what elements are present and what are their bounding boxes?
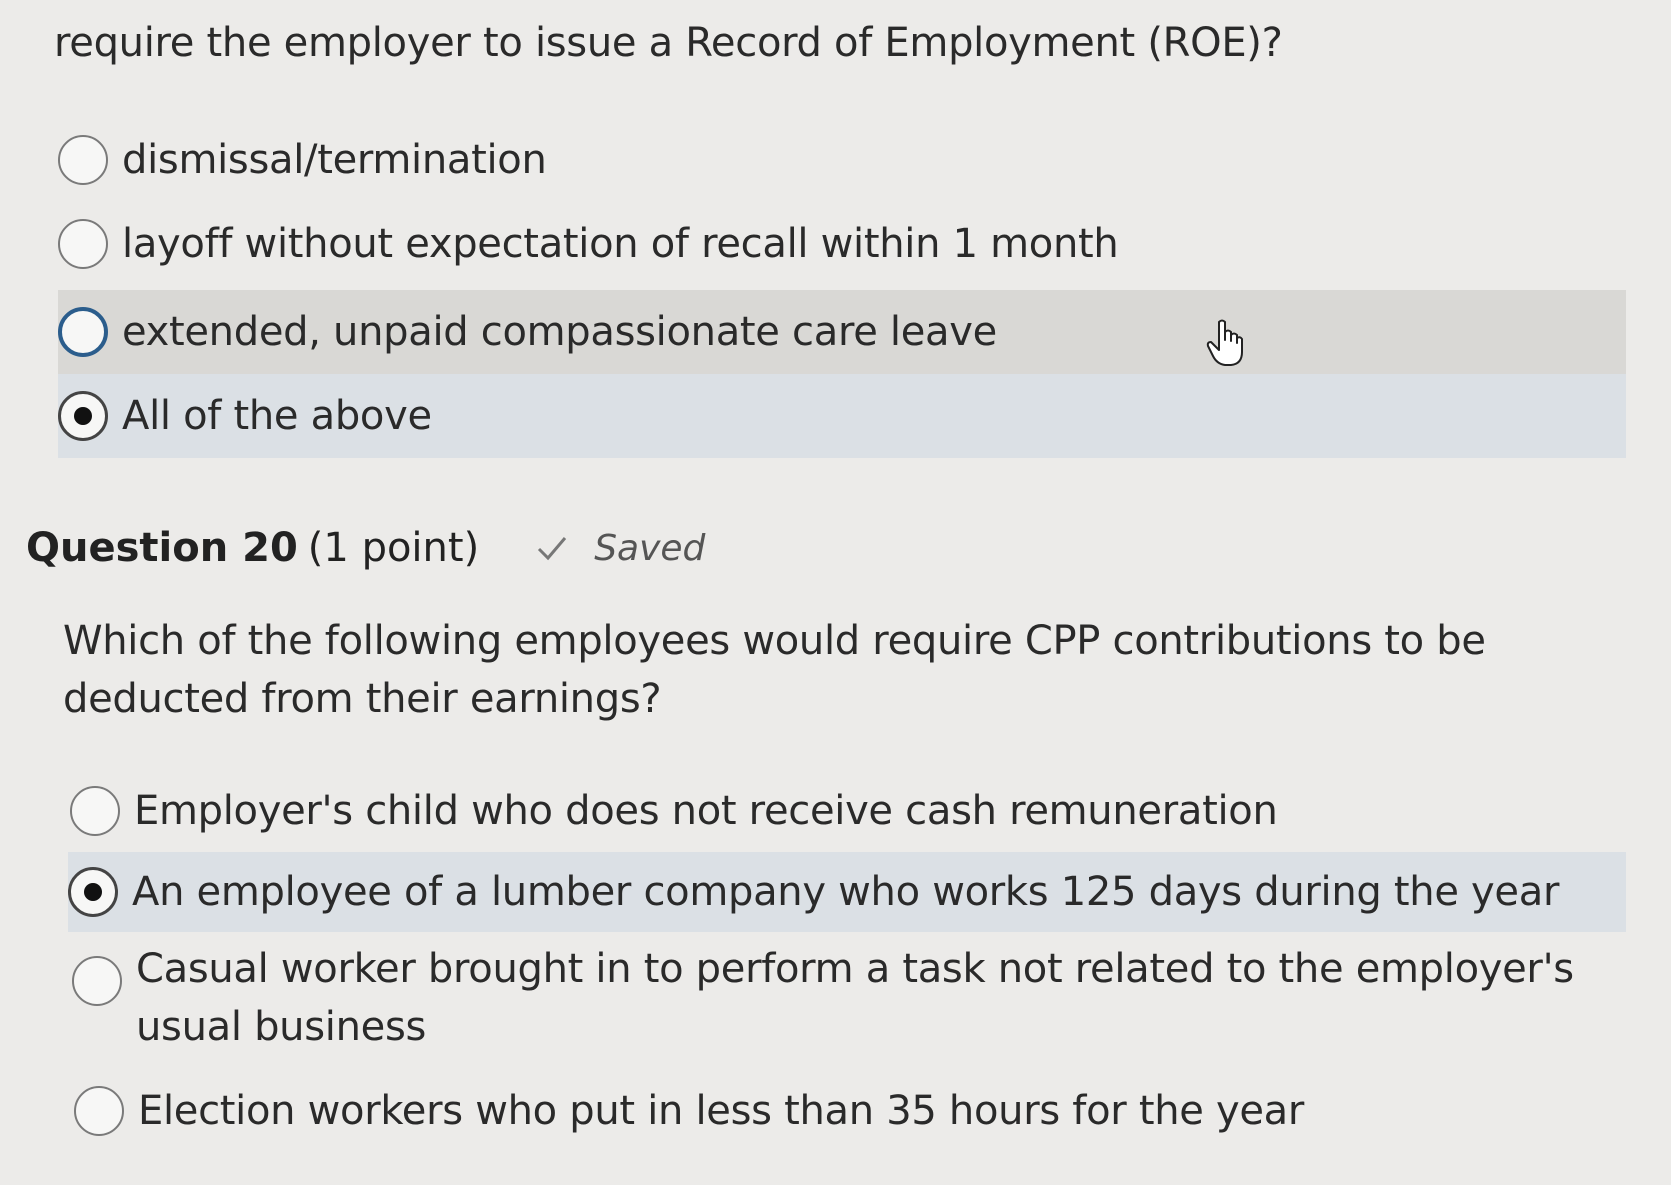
radio-button[interactable] [58,219,108,269]
question-20-header: Question 20 (1 point) Saved [26,525,705,571]
hand-pointer-cursor-icon [1206,319,1243,366]
option-label: An employee of a lumber company who work… [132,869,1560,915]
radio-dot [84,883,102,901]
radio-button[interactable] [58,135,108,185]
option-label: All of the above [122,393,432,439]
option-label: dismissal/termination [122,137,547,183]
radio-button[interactable] [58,307,108,357]
q19-option-compassionate-care[interactable]: extended, unpaid compassionate care leav… [58,290,1626,374]
q19-option-all-of-the-above[interactable]: All of the above [58,374,1626,458]
option-label: Employer's child who does not receive ca… [134,788,1278,834]
radio-button[interactable] [70,786,120,836]
option-label: layoff without expectation of recall wit… [122,221,1119,267]
q20-option-election-workers[interactable]: Election workers who put in less than 35… [74,1080,1626,1142]
question-20-text: Which of the following employees would r… [63,618,1486,722]
radio-button-checked[interactable] [68,867,118,917]
question-19-text: require the employer to issue a Record o… [54,20,1283,66]
question-number: Question 20 [26,525,298,571]
saved-status: Saved [594,527,706,569]
radio-dot [74,407,92,425]
option-label: extended, unpaid compassionate care leav… [122,309,997,355]
option-label: Election workers who put in less than 35… [138,1088,1305,1134]
option-label: Casual worker brought in to perform a ta… [136,946,1574,1050]
radio-button-checked[interactable] [58,391,108,441]
radio-button[interactable] [72,956,122,1006]
q19-option-dismissal[interactable]: dismissal/termination [58,132,1626,188]
checkmark-icon [538,537,567,561]
q20-option-casual-worker[interactable]: Casual worker brought in to perform a ta… [72,940,1626,1060]
q20-option-lumber-employee[interactable]: An employee of a lumber company who work… [68,852,1626,932]
question-points: (1 point) [307,525,480,571]
radio-button[interactable] [74,1086,124,1136]
q19-option-layoff[interactable]: layoff without expectation of recall wit… [58,216,1626,272]
q20-option-employers-child[interactable]: Employer's child who does not receive ca… [70,782,1626,840]
